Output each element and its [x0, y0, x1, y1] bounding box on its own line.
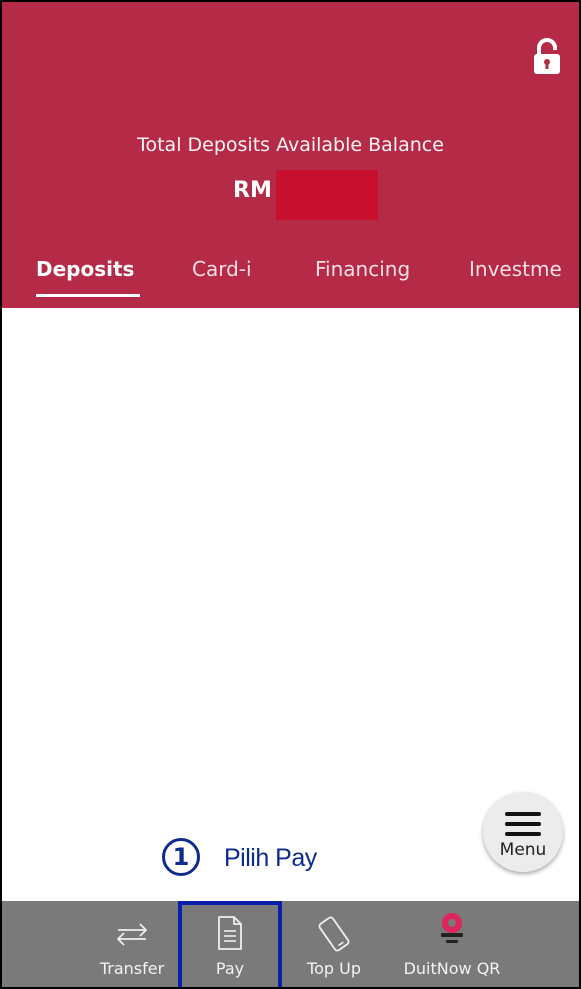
unlocked-padlock-icon[interactable]: [531, 38, 563, 76]
nav-duitnow-qr-label: DuitNow QR: [403, 959, 501, 978]
nav-top-up[interactable]: Top Up: [286, 901, 382, 987]
menu-button[interactable]: Menu: [483, 792, 563, 872]
hamburger-icon: [505, 812, 541, 842]
nav-pay[interactable]: Pay: [182, 901, 278, 987]
duitnow-qr-icon: [441, 913, 463, 943]
tab-deposits[interactable]: Deposits: [36, 257, 134, 281]
tab-financing[interactable]: Financing: [315, 257, 410, 281]
available-balance: RM: [2, 170, 579, 222]
balance-currency: RM: [233, 178, 272, 203]
step-instruction: Pilih Pay: [224, 844, 317, 872]
tab-investment[interactable]: Investme: [469, 257, 562, 281]
balance-caption: Total Deposits Available Balance: [137, 134, 444, 156]
tab-card-i[interactable]: Card-i: [192, 257, 252, 281]
account-tabs: Deposits Card-i Financing Investme: [2, 252, 579, 308]
nav-duitnow-qr[interactable]: DuitNow QR: [394, 901, 510, 987]
bottom-navigation: Transfer Pay Top Up DuitNow QR: [2, 901, 579, 987]
menu-label: Menu: [499, 840, 547, 860]
nav-transfer-label: Transfer: [99, 959, 165, 978]
active-tab-indicator: [36, 294, 140, 297]
mobile-phone-icon: [318, 916, 350, 952]
nav-transfer[interactable]: Transfer: [84, 901, 180, 987]
redacted-balance-amount: [276, 170, 378, 220]
transfer-arrows-icon: [117, 923, 147, 946]
document-icon: [218, 916, 242, 950]
app-screen: Total Deposits Available Balance RM Depo…: [0, 0, 581, 989]
nav-top-up-label: Top Up: [307, 959, 361, 978]
nav-pay-label: Pay: [215, 959, 245, 978]
balance-header: Total Deposits Available Balance RM Depo…: [2, 2, 579, 308]
step-number: 1: [162, 838, 200, 876]
